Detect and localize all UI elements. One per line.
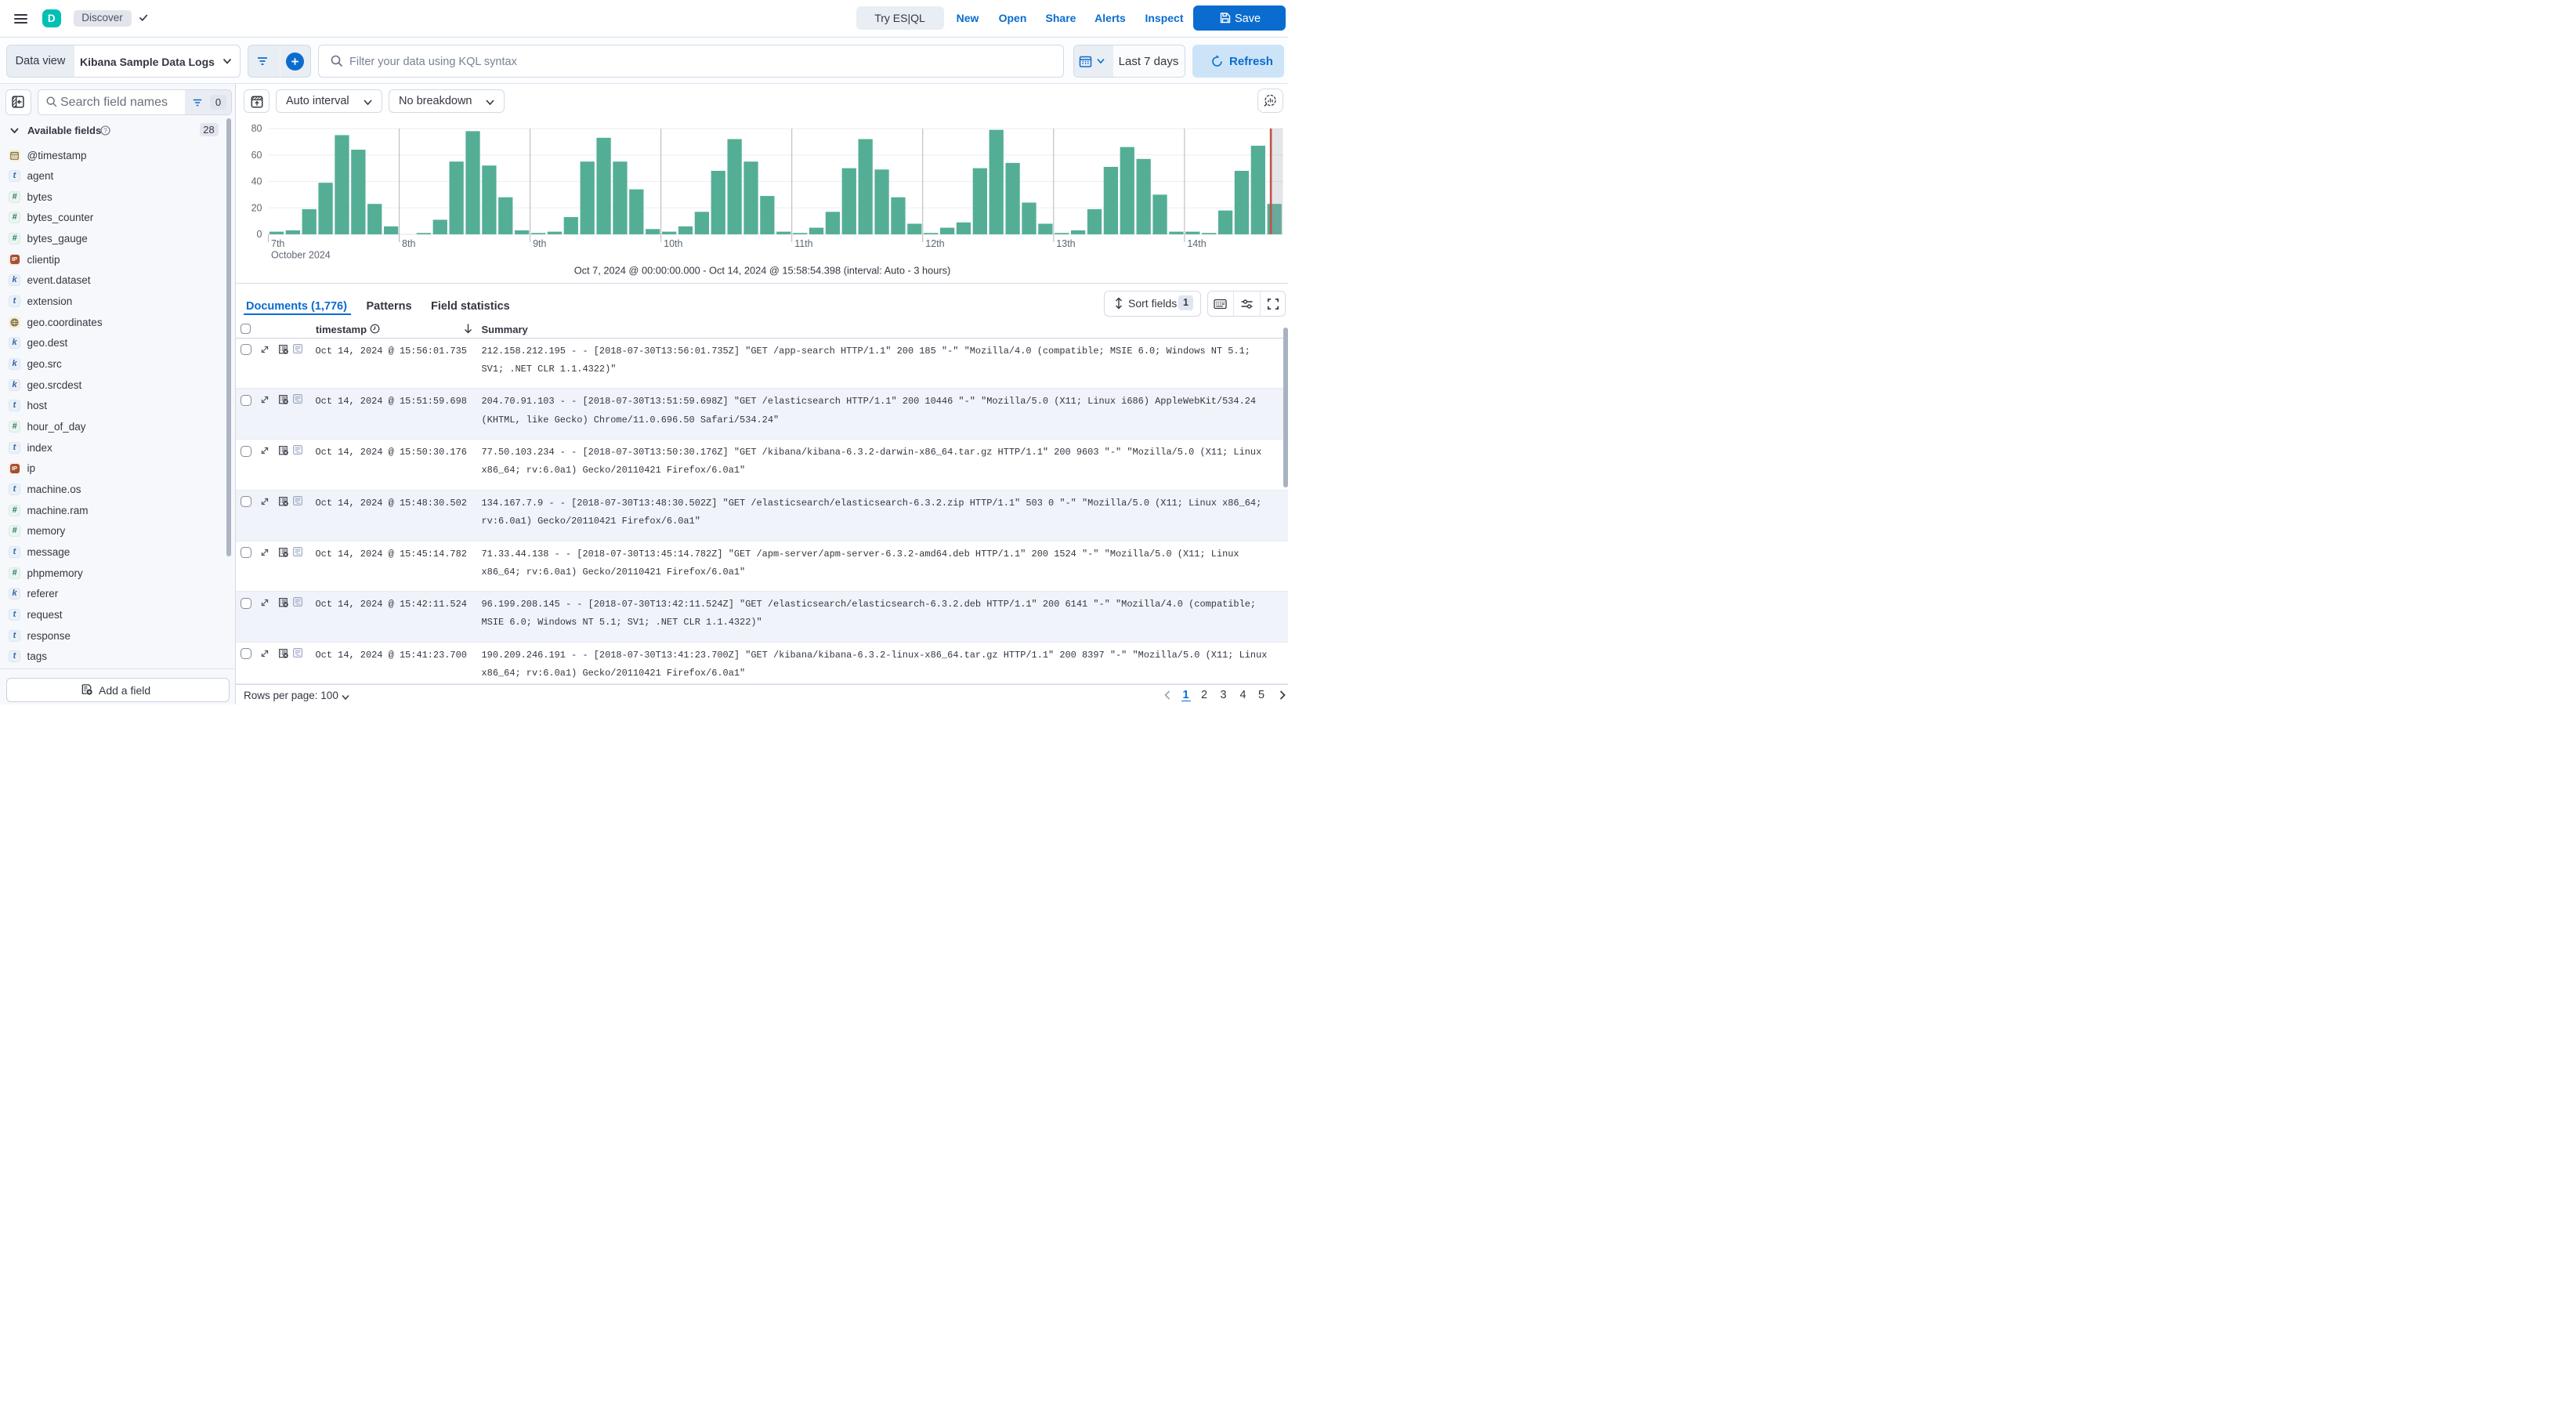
svg-text:13th: 13th [1056, 238, 1075, 249]
svg-text:October 2024: October 2024 [271, 250, 331, 261]
svg-text:8th: 8th [402, 238, 415, 249]
svg-text:9th: 9th [533, 238, 546, 249]
svg-text:20: 20 [251, 202, 262, 213]
svg-text:?: ? [103, 127, 107, 134]
svg-text:80: 80 [251, 123, 262, 134]
svg-text:60: 60 [251, 150, 262, 161]
svg-text:14th: 14th [1187, 238, 1206, 249]
svg-text:0: 0 [257, 229, 262, 240]
svg-text:10th: 10th [664, 238, 682, 249]
svg-text:40: 40 [251, 176, 262, 187]
svg-text:7th: 7th [271, 238, 284, 249]
svg-text:Oct 7, 2024 @ 00:00:00.000 - O: Oct 7, 2024 @ 00:00:00.000 - Oct 14, 202… [574, 265, 951, 277]
svg-text:12th: 12th [925, 238, 944, 249]
svg-text:11th: 11th [794, 238, 812, 249]
